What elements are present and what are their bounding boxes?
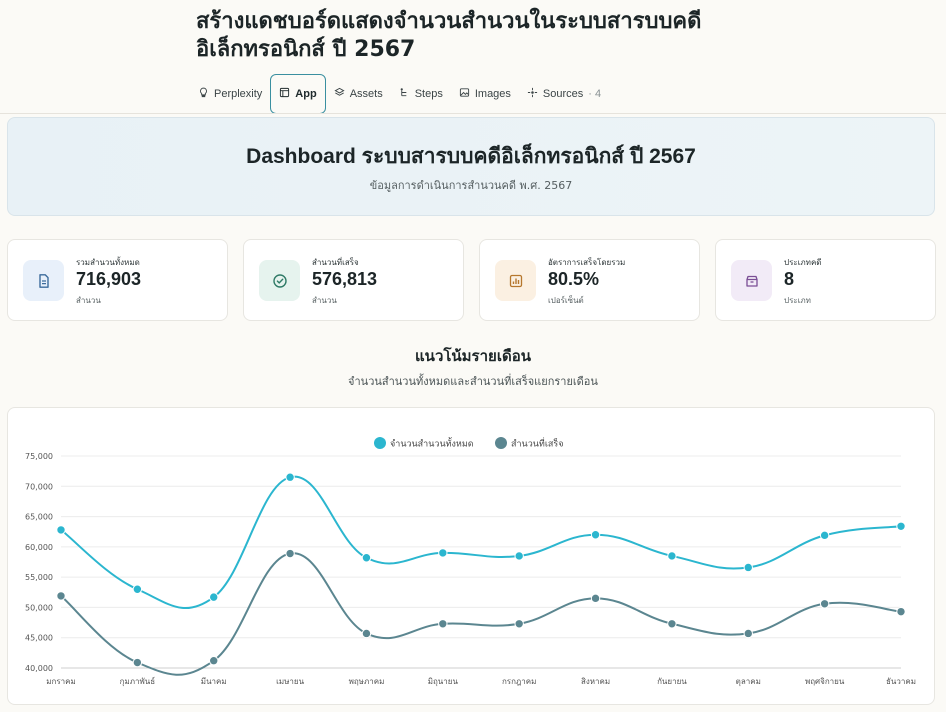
data-point (361, 628, 372, 639)
stat-label: รวมสำนวนทั้งหมด (76, 258, 140, 267)
document-icon (23, 260, 64, 301)
x-tick-label: เมษายน (276, 677, 304, 686)
dashboard-header: Dashboard ระบบสารบบคดีอิเล็กทรอนิกส์ ปี … (7, 117, 935, 216)
stat-value: 8 (784, 269, 795, 289)
data-point (667, 551, 677, 561)
tab-images[interactable]: Images (451, 74, 519, 114)
stat-unit: เปอร์เซ็นต์ (548, 296, 584, 305)
data-point (514, 619, 524, 629)
tab-sources[interactable]: Sources · 4 (519, 74, 609, 114)
legend-marker (495, 437, 507, 449)
x-tick-label: ธันวาคม (886, 677, 916, 686)
tab-app[interactable]: App (270, 74, 326, 114)
y-tick-label: 55,000 (25, 573, 53, 582)
x-tick-label: มิถุนายน (428, 677, 459, 686)
stat-label: สำนวนที่เสร็จ (312, 258, 359, 267)
lightbulb-icon (198, 87, 209, 101)
y-tick-label: 45,000 (25, 634, 53, 643)
steps-icon (399, 87, 410, 101)
data-point (132, 657, 143, 668)
tab-label: Images (474, 88, 511, 100)
layers-icon (334, 87, 345, 101)
tab-label: Assets (349, 88, 383, 100)
tab-label: Steps (414, 88, 443, 100)
data-point (590, 593, 601, 604)
tab-label: Sources (542, 88, 584, 100)
y-tick-label: 40,000 (25, 664, 53, 673)
data-point (590, 530, 601, 540)
stat-card-rate: อัตราการเสร็จโดยรวม 80.5% เปอร์เซ็นต์ (479, 239, 700, 321)
tab-perplexity[interactable]: Perplexity (190, 74, 270, 114)
stat-card-case-types: ประเภทคดี 8 ประเภท (715, 239, 936, 321)
data-point (896, 606, 906, 617)
legend-label: สำนวนที่เสร็จ (511, 437, 564, 450)
y-tick-label: 65,000 (25, 513, 53, 522)
y-tick-label: 70,000 (25, 482, 53, 491)
x-tick-label: สิงหาคม (581, 677, 610, 686)
bar-chart-icon (495, 260, 536, 301)
tab-label: App (295, 88, 317, 100)
sources-count: · 4 (588, 88, 602, 100)
x-tick-label: กันยายน (657, 677, 687, 686)
data-point (819, 599, 830, 609)
tab-label: Perplexity (214, 88, 263, 100)
y-tick-label: 50,000 (25, 603, 53, 612)
data-point (132, 584, 143, 594)
x-tick-label: พฤษภาคม (349, 677, 385, 686)
tab-assets[interactable]: Assets (326, 74, 391, 114)
y-tick-label: 75,000 (25, 452, 53, 461)
stat-value: 80.5% (548, 269, 600, 289)
data-point (438, 548, 448, 558)
data-point (743, 628, 753, 639)
data-point (209, 656, 219, 666)
app-window-icon (279, 87, 290, 101)
dashboard-title: Dashboard ระบบสารบบคดีอิเล็กทรอนิกส์ ปี … (246, 145, 696, 168)
tab-steps[interactable]: Steps (391, 74, 451, 114)
stat-value: 716,903 (76, 269, 142, 289)
image-icon (459, 87, 470, 101)
x-tick-label: พฤศจิกายน (805, 677, 845, 686)
tab-bar: Perplexity App Assets Steps Images Sourc… (190, 74, 609, 114)
dashboard-subtitle: ข้อมูลการดำเนินการสำนวนคดี พ.ศ. 2567 (369, 179, 573, 192)
data-point (285, 548, 295, 559)
data-point (667, 619, 677, 629)
data-point (819, 530, 830, 541)
x-tick-label: กรกฎาคม (502, 677, 536, 686)
trend-line-chart: 40,000 45,000 50,000 55,000 60,000 65,000 70,0… (25, 437, 916, 687)
data-point (56, 591, 66, 601)
archive-icon (731, 260, 772, 301)
section-title: แนวโน้มรายเดือน (415, 347, 531, 365)
header-divider (0, 113, 946, 114)
data-point (285, 472, 295, 482)
data-point (56, 525, 66, 535)
legend-marker (374, 437, 386, 449)
trend-chart-card: 40,000 45,000 50,000 55,000 60,000 65,000 70,0… (7, 407, 935, 705)
data-point (896, 521, 906, 531)
stat-card-completed: สำนวนที่เสร็จ 576,813 สำนวน (243, 239, 464, 321)
stat-unit: สำนวน (76, 296, 101, 305)
stat-label: ประเภทคดี (784, 258, 822, 267)
data-point (743, 562, 753, 573)
data-point (514, 551, 524, 561)
check-circle-icon (259, 260, 300, 301)
data-point (438, 619, 448, 629)
stat-label: อัตราการเสร็จโดยรวม (548, 258, 626, 267)
series-line (60, 552, 902, 676)
x-tick-label: มกราคม (46, 677, 76, 686)
section-subtitle: จำนวนสำนวนทั้งหมดและสำนวนที่เสร็จแยกรายเ… (348, 375, 598, 388)
x-tick-label: ตุลาคม (736, 677, 761, 686)
data-point (209, 592, 219, 602)
stat-card-total: รวมสำนวนทั้งหมด 716,903 สำนวน (7, 239, 228, 321)
y-tick-label: 60,000 (25, 543, 53, 552)
stat-value: 576,813 (312, 269, 378, 289)
x-tick-label: กุมภาพันธ์ (120, 676, 156, 686)
page-title: สร้างแดชบอร์ดแสดงจำนวนสำนวนในระบบสารบบคด… (196, 9, 702, 62)
data-point (361, 553, 372, 563)
stat-unit: ประเภท (784, 296, 811, 305)
sources-icon (527, 87, 538, 101)
series-line (60, 475, 902, 609)
x-tick-label: มีนาคม (201, 677, 227, 686)
legend-label: จำนวนสำนวนทั้งหมด (390, 437, 474, 450)
stat-unit: สำนวน (312, 296, 337, 305)
